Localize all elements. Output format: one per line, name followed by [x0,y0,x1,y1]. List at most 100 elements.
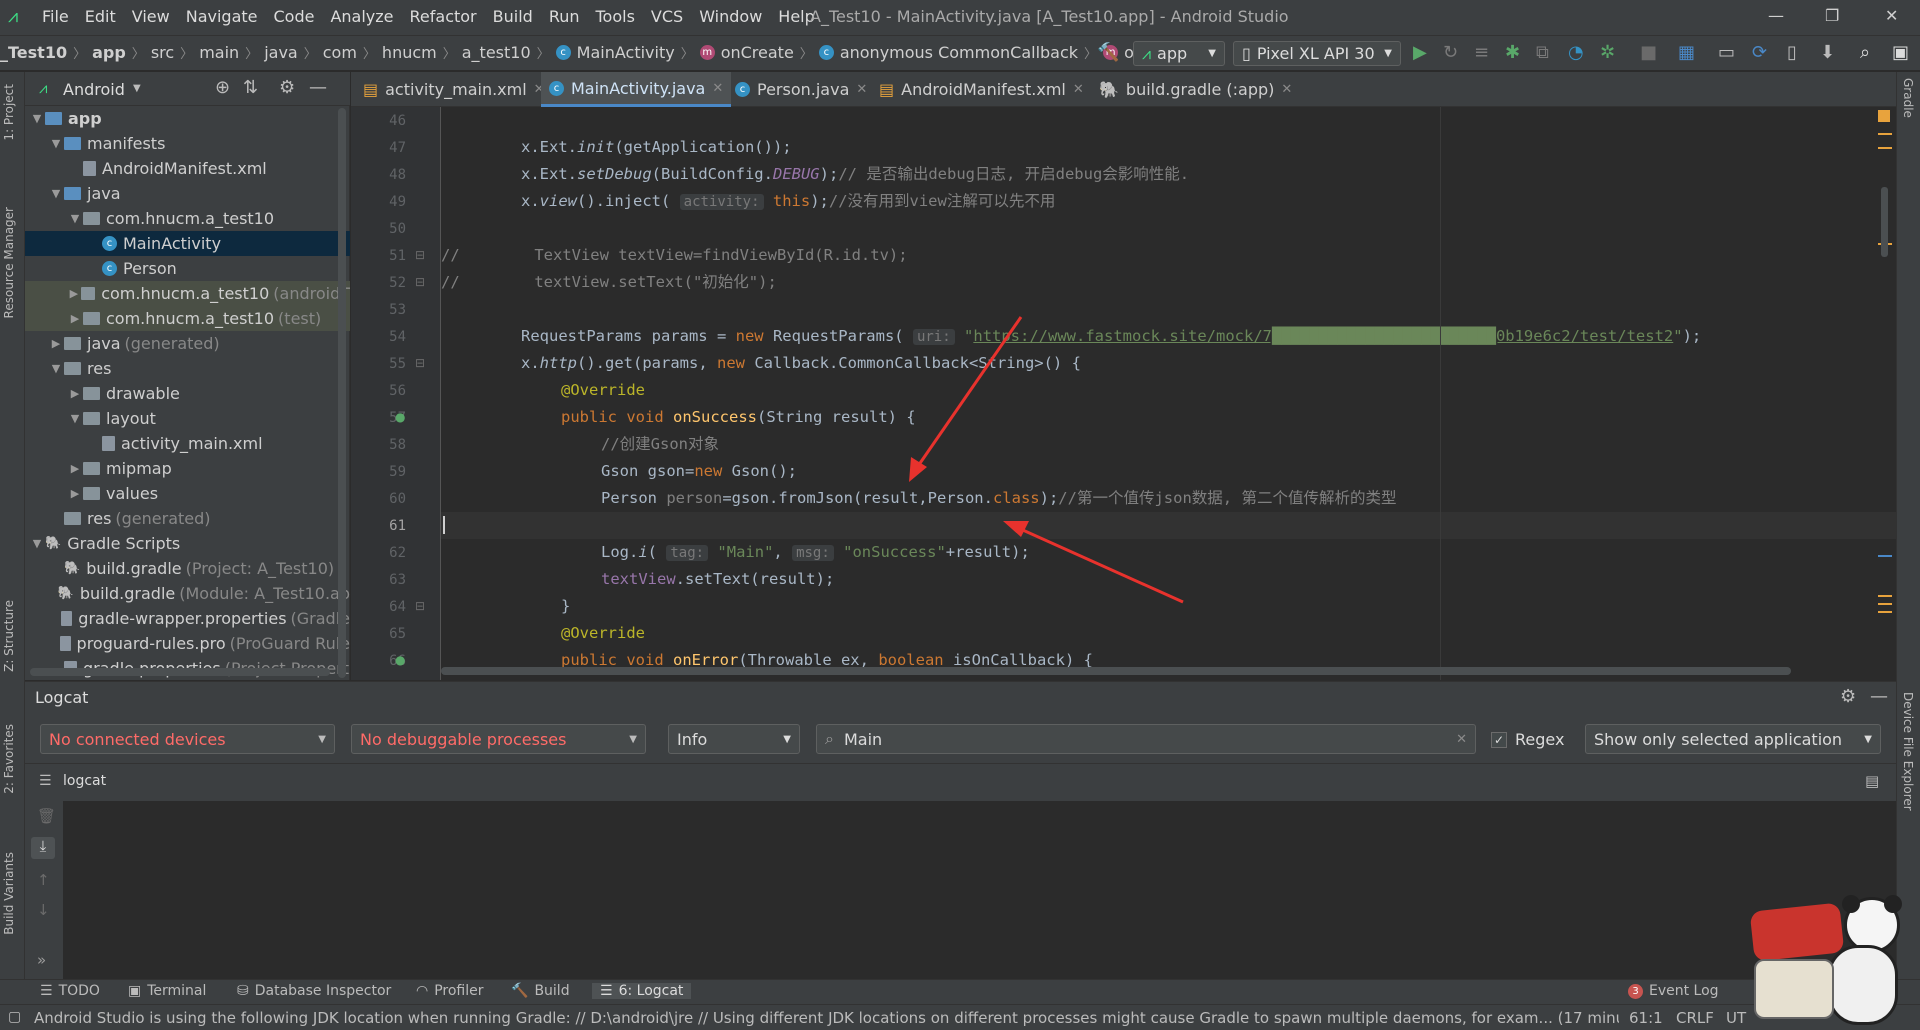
override-marker-icon[interactable]: ● [395,653,405,667]
breadcrumb-item[interactable]: com [323,43,357,62]
process-filter-select[interactable]: No debuggable processes ▼ [351,724,646,754]
menu-item-tools[interactable]: Tools [596,7,635,26]
checkbox-checked-icon[interactable]: ✓ [1491,731,1507,748]
chevron-down-icon[interactable]: ▼ [133,83,141,94]
tab-terminal[interactable]: ▣ Terminal [128,983,206,999]
tool-window-structure[interactable]: Z: Structure [2,600,16,672]
tree-item[interactable]: ▼ java [25,181,350,206]
tab-profiler[interactable]: ◠ Profiler [416,983,484,999]
project-structure-icon[interactable]: ▦ [1678,42,1695,63]
fold-marker-icon[interactable]: ⊟ [415,599,425,613]
tab-build-gradle-app[interactable]: 🐘 build.gradle (:app) ✕ [1091,72,1300,107]
tree-item[interactable]: ▶ mipmap [25,456,350,481]
tree-item[interactable]: 🐘 build.gradle (Module: A_Test10.ap [25,581,350,606]
apply-code-changes-icon[interactable]: ≡ [1474,42,1489,63]
tab-todo[interactable]: ☰ TODO [40,983,100,999]
menu-item-refactor[interactable]: Refactor [410,7,477,26]
scroll-to-end-icon[interactable]: ⤓ [31,837,55,859]
project-scrollbar[interactable] [338,108,346,678]
tab-mainactivity-java[interactable]: c MainActivity.java ✕ [541,72,732,107]
avd-manager-icon[interactable]: ▭ [1718,42,1735,63]
down-arrow-icon[interactable]: ↓ [37,901,50,919]
fold-marker-icon[interactable]: ⊟ [415,356,425,370]
menu-item-build[interactable]: Build [493,7,533,26]
tree-item[interactable]: ▶ com.hnucm.a_test10 (test) [25,306,350,331]
expand-arrow-icon[interactable]: ▼ [67,212,83,225]
build-hammer-icon[interactable]: 🔨 [1097,42,1119,63]
breadcrumb-item[interactable]: main [199,43,239,62]
project-horizontal-scrollbar[interactable] [30,668,330,676]
close-tab-icon[interactable]: ✕ [1281,82,1292,97]
tree-item[interactable]: ▶ values [25,481,350,506]
collapse-arrow-icon[interactable]: ▶ [67,462,83,475]
device-select[interactable]: ▯ Pixel XL API 30 ▼ [1233,41,1401,66]
editor-horizontal-scrollbar[interactable] [441,667,1791,675]
tab-person-java[interactable]: c Person.java ✕ [727,72,875,107]
tree-item[interactable]: ▼ layout [25,406,350,431]
device-file-explorer-tool-window[interactable]: Device File Explorer [1901,692,1915,811]
log-level-select[interactable]: Info ▼ [668,724,800,754]
breadcrumb-item[interactable]: MainActivity [577,43,675,62]
code-editor[interactable]: x.Ext.init(getApplication()); x.Ext.setD… [441,107,1896,680]
tree-item[interactable]: AndroidManifest.xml [25,156,350,181]
breadcrumb-item[interactable]: src [151,43,174,62]
tab-database-inspector[interactable]: ⛁ Database Inspector [237,983,391,999]
logcat-output[interactable] [25,801,1896,979]
settings-gear-icon[interactable]: ⚙ [279,77,295,98]
expand-arrow-icon[interactable]: ▼ [48,187,64,200]
more-options-icon[interactable]: » [37,951,46,969]
tree-item[interactable]: ▼ com.hnucm.a_test10 [25,206,350,231]
status-message[interactable]: Android Studio is using the following JD… [34,1009,1619,1027]
tool-window-resource-manager[interactable]: Resource Manager [2,207,16,318]
close-tab-icon[interactable]: ✕ [1073,82,1084,97]
hide-panel-icon[interactable]: — [1870,686,1888,707]
regex-checkbox[interactable]: ✓ Regex [1491,730,1564,749]
line-separator[interactable]: CRLF [1676,1009,1714,1027]
tab-androidmanifest-xml[interactable]: ▤ AndroidManifest.xml ✕ [871,72,1092,107]
fold-marker-icon[interactable]: ⊟ [415,275,425,289]
breadcrumb-item[interactable]: anonymous CommonCallback [840,43,1078,62]
breadcrumb-item[interactable]: hnucm [382,43,437,62]
menu-item-analyze[interactable]: Analyze [330,7,393,26]
tool-window-favorites[interactable]: 2: Favorites [2,724,16,794]
apply-changes-icon[interactable]: ↻ [1443,42,1458,63]
caret-position[interactable]: 61:1 [1629,1009,1663,1027]
clear-search-icon[interactable]: ✕ [1456,732,1467,747]
tool-window-build-variants[interactable]: Build Variants [2,852,16,935]
menu-item-file[interactable]: File [42,7,69,26]
expand-arrow-icon[interactable]: ▼ [48,137,64,150]
device-manager-icon[interactable]: ▯ [1787,42,1797,63]
breadcrumb-item[interactable]: _Test10 [0,43,67,62]
menu-item-window[interactable]: Window [699,7,762,26]
tree-item[interactable]: c MainActivity [25,231,350,256]
clear-log-icon[interactable]: 🗑 [37,807,56,825]
device-filter-select[interactable]: No connected devices ▼ [40,724,335,754]
hide-panel-icon[interactable]: — [309,77,327,98]
close-tab-icon[interactable]: ✕ [712,81,723,96]
layout-options-icon[interactable]: ▤ [1865,772,1879,790]
override-marker-icon[interactable]: ● [395,410,405,424]
menu-item-edit[interactable]: Edit [85,7,116,26]
breadcrumb-item[interactable]: onCreate [721,43,794,62]
breadcrumb-item[interactable]: a_test10 [462,43,531,62]
expand-arrow-icon[interactable]: ▼ [29,537,45,550]
tree-item[interactable]: ▶ java (generated) [25,331,350,356]
tree-item[interactable]: res (generated) [25,506,350,531]
run-icon[interactable]: ▶ [1413,42,1427,63]
scope-filter-select[interactable]: Show only selected application ▼ [1585,724,1881,754]
status-toggle-icon[interactable]: ▢ [8,1009,21,1025]
menu-item-navigate[interactable]: Navigate [186,7,258,26]
expand-arrow-icon[interactable]: ▼ [67,412,83,425]
attach-process-icon[interactable]: ✲ [1600,42,1615,63]
close-tab-icon[interactable]: ✕ [856,82,867,97]
tree-item[interactable]: ▶ com.hnucm.a_test10 (androidT [25,281,350,306]
tree-item[interactable]: ▼ app [25,106,350,131]
collapse-arrow-icon[interactable]: ▶ [67,287,81,300]
tree-item[interactable]: ▼ manifests [25,131,350,156]
tree-item[interactable]: proguard-rules.pro (ProGuard Rule [25,631,350,656]
breadcrumb-item[interactable]: app [92,43,126,62]
breadcrumb-item[interactable]: java [264,43,298,62]
profile-icon[interactable]: ◔ [1568,42,1584,63]
menu-item-view[interactable]: View [132,7,170,26]
tree-item[interactable]: ▼ 🐘 Gradle Scripts [25,531,350,556]
